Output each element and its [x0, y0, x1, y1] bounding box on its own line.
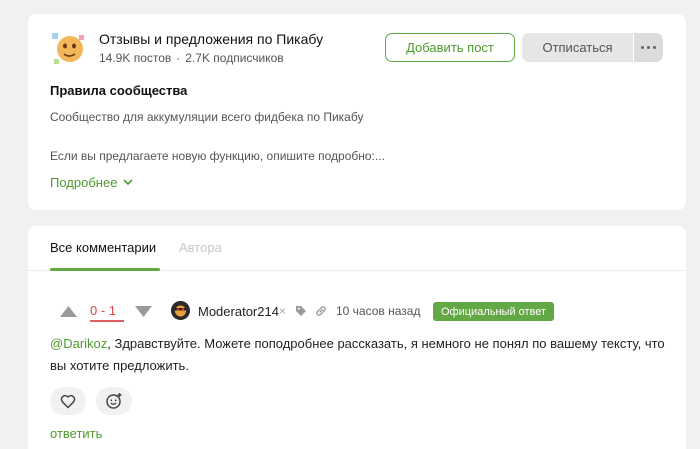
comment-text: @Darikoz, Здравствуйте. Можете поподробн… — [50, 333, 670, 377]
tab-author[interactable]: Автора — [179, 240, 222, 255]
mention-link[interactable]: @Darikoz — [50, 336, 107, 351]
user-avatar[interactable] — [171, 301, 190, 320]
tag-icon — [296, 306, 306, 316]
reply-link[interactable]: ответить — [50, 426, 102, 441]
user-avatar-icon — [171, 301, 190, 320]
unsubscribe-button[interactable]: Отписаться — [522, 33, 633, 62]
vote-up-icon[interactable] — [60, 306, 77, 317]
community-card: Отзывы и предложения по Пикабу 14.9K пос… — [28, 14, 686, 210]
active-tab-indicator — [50, 268, 160, 271]
heart-icon — [60, 394, 76, 408]
rating-bar — [90, 320, 124, 322]
official-answer-badge: Официальный ответ — [433, 302, 555, 321]
add-reaction-button[interactable] — [96, 387, 132, 415]
community-avatar-icon[interactable] — [50, 29, 88, 67]
emoji-add-icon — [106, 393, 122, 409]
chevron-down-icon — [123, 179, 133, 186]
rules-title: Правила сообщества — [50, 83, 188, 98]
comment-username[interactable]: Moderator214 — [198, 304, 279, 319]
tab-all-comments[interactable]: Все комментарии — [50, 240, 156, 255]
stats-separator: · — [176, 51, 181, 65]
like-button[interactable] — [50, 387, 86, 415]
community-stats: 14.9K постов · 2.7K подписчиков — [99, 51, 284, 65]
comment-time[interactable]: 10 часов назад — [336, 304, 420, 318]
comments-tabs: Все комментарии Автора — [28, 226, 686, 271]
posts-count: 14.9K постов — [99, 51, 172, 65]
link-icon[interactable] — [315, 305, 327, 317]
comment-body: , Здравствуйте. Можете поподробнее расск… — [50, 336, 665, 373]
vote-down-icon[interactable] — [135, 306, 152, 317]
comments-card: Все комментарии Автора 0 - 1 Moderator21… — [28, 226, 686, 449]
community-title[interactable]: Отзывы и предложения по Пикабу — [99, 31, 323, 47]
more-options-button[interactable] — [634, 33, 663, 62]
rules-description: Сообщество для аккумуляции всего фидбека… — [50, 110, 364, 124]
rules-note: Если вы предлагаете новую функцию, опиши… — [50, 149, 385, 163]
add-post-button[interactable]: Добавить пост — [385, 33, 515, 62]
more-dots-icon — [641, 46, 656, 49]
comment-rating[interactable]: 0 - 1 — [90, 303, 116, 318]
subscribers-count: 2.7K подписчиков — [185, 51, 284, 65]
more-link[interactable]: Подробнее — [50, 175, 133, 190]
moderator-mark: × — [279, 304, 287, 318]
more-label: Подробнее — [50, 175, 118, 190]
